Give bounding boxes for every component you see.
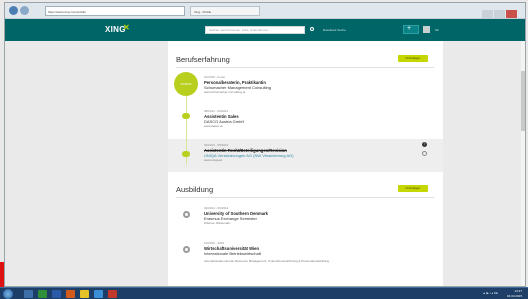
scrollbar-thumb[interactable] xyxy=(521,71,525,131)
experience-item[interactable]: 03/2013 - 05/2013 Assistentin Recht/Bete… xyxy=(204,143,294,162)
education-program: Internationale Betriebswirtschaft xyxy=(204,251,261,256)
firefox-icon[interactable] xyxy=(66,290,75,298)
gear-icon[interactable] xyxy=(422,151,427,156)
experience-date: 01/2015 - heute xyxy=(204,75,226,79)
app-icon[interactable] xyxy=(108,290,117,298)
experience-item[interactable]: 08/2014 - 09/2014 Assistentin Sales DASC… xyxy=(204,109,244,128)
ie-icon[interactable] xyxy=(94,290,103,298)
media-icon[interactable] xyxy=(38,290,47,298)
explorer-icon[interactable] xyxy=(24,290,33,298)
help-icon[interactable]: ? xyxy=(422,142,427,147)
ausbildung-heading: Ausbildung xyxy=(176,185,214,194)
education-item[interactable]: 02/2014 - 06/2014 University of Southern… xyxy=(204,206,268,225)
chrome-icon[interactable] xyxy=(80,290,89,298)
xing-header: XING ✕ Suchen nach Personen, Jobs, Unter… xyxy=(5,19,525,41)
address-text: https://www.xing.com/profile/ xyxy=(48,10,87,14)
minimize-icon[interactable] xyxy=(482,10,493,18)
divider xyxy=(176,67,434,68)
scrollbar[interactable] xyxy=(521,41,525,286)
education-marker-icon xyxy=(183,211,190,218)
experience-url[interactable]: www.schumacher-consulting.at xyxy=(204,90,271,94)
clock-date: 04.03.2015 xyxy=(506,293,522,298)
add-education-button[interactable]: hinzufügen xyxy=(398,185,428,192)
word-icon[interactable] xyxy=(52,290,61,298)
xing-logo-icon: ✕ xyxy=(123,23,130,32)
experience-item[interactable]: 01/2015 - heute Personalberaterin, Prakt… xyxy=(204,75,271,94)
tab-title: Xing - Profile xyxy=(194,10,212,14)
maximize-icon[interactable] xyxy=(494,10,505,18)
timeline-dot xyxy=(182,151,190,157)
back-icon[interactable] xyxy=(9,6,18,15)
education-date: 10/2010 - 2015 xyxy=(204,241,225,245)
search-icon[interactable] xyxy=(310,27,314,31)
search-input[interactable]: Suchen nach Personen, Jobs, Unternehmen.… xyxy=(205,26,305,34)
start-button-icon[interactable] xyxy=(3,289,13,299)
experience-url[interactable]: www.dasco.at xyxy=(204,124,244,128)
education-item[interactable]: 10/2010 - 2015 Wirtschaftsuniversität Wi… xyxy=(204,241,329,263)
advanced-search-link[interactable]: Erweiterte Suche xyxy=(323,28,346,32)
timeline-dot xyxy=(182,113,190,119)
user-menu-label[interactable]: Ich xyxy=(435,28,439,32)
search-placeholder: Suchen nach Personen, Jobs, Unternehmen.… xyxy=(209,28,271,32)
education-date: 02/2014 - 06/2014 xyxy=(204,206,229,210)
avatar[interactable] xyxy=(423,26,430,33)
browser-tab[interactable]: Xing - Profile xyxy=(190,6,260,16)
taskbar-clock[interactable]: 13:37 04.03.2015 xyxy=(507,289,522,298)
berufserfahrung-heading: Berufserfahrung xyxy=(176,55,230,64)
education-location: Odense, Dänemark xyxy=(204,221,231,225)
experience-url[interactable]: www.uniqa.at xyxy=(204,158,294,162)
close-icon[interactable] xyxy=(506,10,517,18)
divider xyxy=(176,197,434,198)
address-bar[interactable]: https://www.xing.com/profile/ xyxy=(45,6,185,16)
window-controls xyxy=(481,5,521,18)
profile-content: Berufserfahrung hinzufügen 01/2015 01/20… xyxy=(168,41,443,286)
system-tray[interactable]: ▲ ▶ ▪ ◂ DE xyxy=(483,291,498,295)
timeline-current-marker: 01/2015 xyxy=(174,72,198,96)
education-description: Internationales Human Resource Managemen… xyxy=(204,259,329,263)
experience-date: 03/2013 - 05/2013 xyxy=(204,143,229,147)
add-experience-button[interactable]: hinzufügen xyxy=(398,55,428,62)
forward-icon[interactable] xyxy=(20,6,29,15)
experience-date: 08/2014 - 09/2014 xyxy=(204,109,229,113)
education-marker-icon xyxy=(183,246,190,253)
browser-window: https://www.xing.com/profile/ Xing - Pro… xyxy=(4,2,526,287)
windows-taskbar: ▲ ▶ ▪ ◂ DE 13:37 04.03.2015 xyxy=(0,287,528,299)
browser-toolbar: https://www.xing.com/profile/ Xing - Pro… xyxy=(5,3,525,19)
add-button[interactable] xyxy=(403,25,419,34)
